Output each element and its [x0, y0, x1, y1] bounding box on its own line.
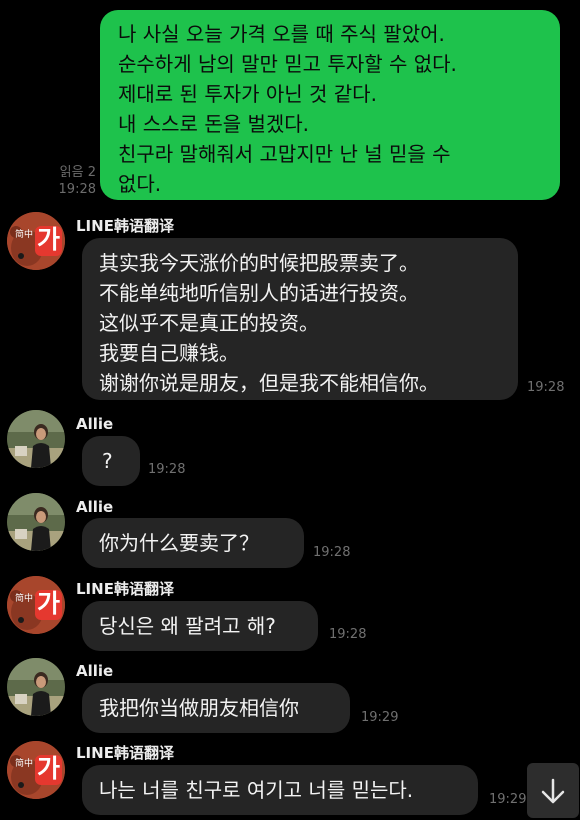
message-time: 19:29 [489, 792, 527, 807]
avatar-badge-small: 简中 [15, 230, 34, 240]
incoming-message-bubble[interactable]: 你为什么要卖了？ [82, 518, 304, 568]
avatar-badge-large: 가 [37, 225, 61, 254]
outgoing-message-bubble[interactable]: 나 사실 오늘 가격 오를 때 주식 팔았어. 순수하게 남의 말만 믿고 투자… [100, 10, 560, 200]
outgoing-meta: 읽음 2 19:28 [46, 164, 96, 198]
message-line: 这似乎不是真正的投资。 [99, 311, 319, 335]
message-line: 不能单纯地听信别人的话进行投资。 [99, 281, 419, 305]
message-line: 없다. [118, 172, 162, 196]
translator-avatar[interactable]: 简中 가 [7, 741, 65, 799]
sender-name: Allie [76, 498, 114, 516]
allie-avatar[interactable] [7, 493, 65, 551]
message-line: 其实我今天涨价的时候把股票卖了。 [99, 251, 419, 275]
message-time: 19:28 [58, 182, 96, 197]
incoming-message-bubble[interactable]: 당신은 왜 팔려고 해? [82, 601, 318, 651]
sender-name: LINE韩语翻译 [76, 744, 174, 762]
allie-avatar[interactable] [7, 410, 65, 468]
message-time: 19:28 [329, 627, 367, 642]
message-time: 19:28 [148, 462, 186, 477]
read-status: 읽음 2 [59, 165, 96, 180]
incoming-message-bubble[interactable]: 나는 너를 친구로 여기고 너를 믿는다. [82, 765, 478, 815]
message-line: 당신은 왜 팔려고 해? [99, 614, 276, 638]
message-line: 你为什么要卖了？ [99, 531, 259, 555]
message-time: 19:28 [313, 545, 351, 560]
incoming-message-bubble[interactable]: 其实我今天涨价的时候把股票卖了。 不能单纯地听信别人的话进行投资。 这似乎不是真… [82, 238, 518, 400]
message-line: 친구라 말해줘서 고맙지만 난 널 믿을 수 [118, 142, 451, 166]
avatar-badge-small: 简中 [15, 759, 34, 769]
sender-name: Allie [76, 662, 114, 680]
message-line: ? [102, 449, 113, 473]
avatar-badge-large: 가 [37, 589, 61, 618]
sender-name: Allie [76, 415, 114, 433]
message-line: 나 사실 오늘 가격 오를 때 주식 팔았어. [118, 22, 445, 46]
sender-name: LINE韩语翻译 [76, 580, 174, 598]
message-line: 순수하게 남의 말만 믿고 투자할 수 없다. [118, 52, 457, 76]
message-line: 나는 너를 친구로 여기고 너를 믿는다. [99, 778, 414, 802]
incoming-message-bubble[interactable]: 我把你当做朋友相信你 [82, 683, 350, 733]
avatar-badge-small: 简中 [15, 594, 34, 604]
message-line: 谢谢你说是朋友，但是我不能相信你。 [99, 371, 439, 395]
message-time: 19:29 [361, 710, 399, 725]
message-line: 我把你当做朋友相信你 [99, 696, 299, 720]
allie-photo-icon [7, 658, 65, 716]
translator-avatar[interactable]: 简中 가 [7, 576, 65, 634]
allie-avatar[interactable] [7, 658, 65, 716]
message-time: 19:28 [527, 380, 565, 395]
avatar-badge-large: 가 [37, 754, 61, 783]
translator-avatar[interactable]: 简中 가 [7, 212, 65, 270]
message-line: 내 스스로 돈을 벌겠다. [118, 112, 310, 136]
sender-name: LINE韩语翻译 [76, 217, 174, 235]
chat-area[interactable]: 읽음 2 19:28 나 사실 오늘 가격 오를 때 주식 팔았어. 순수하게 … [0, 0, 580, 820]
arrow-down-icon [541, 778, 565, 804]
incoming-message-bubble[interactable]: ? [82, 436, 140, 486]
message-line: 我要自己赚钱。 [99, 341, 239, 365]
allie-photo-icon [7, 493, 65, 551]
allie-photo-icon [7, 410, 65, 468]
message-line: 제대로 된 투자가 아닌 것 같다. [118, 82, 377, 106]
scroll-to-bottom-button[interactable] [527, 763, 579, 818]
